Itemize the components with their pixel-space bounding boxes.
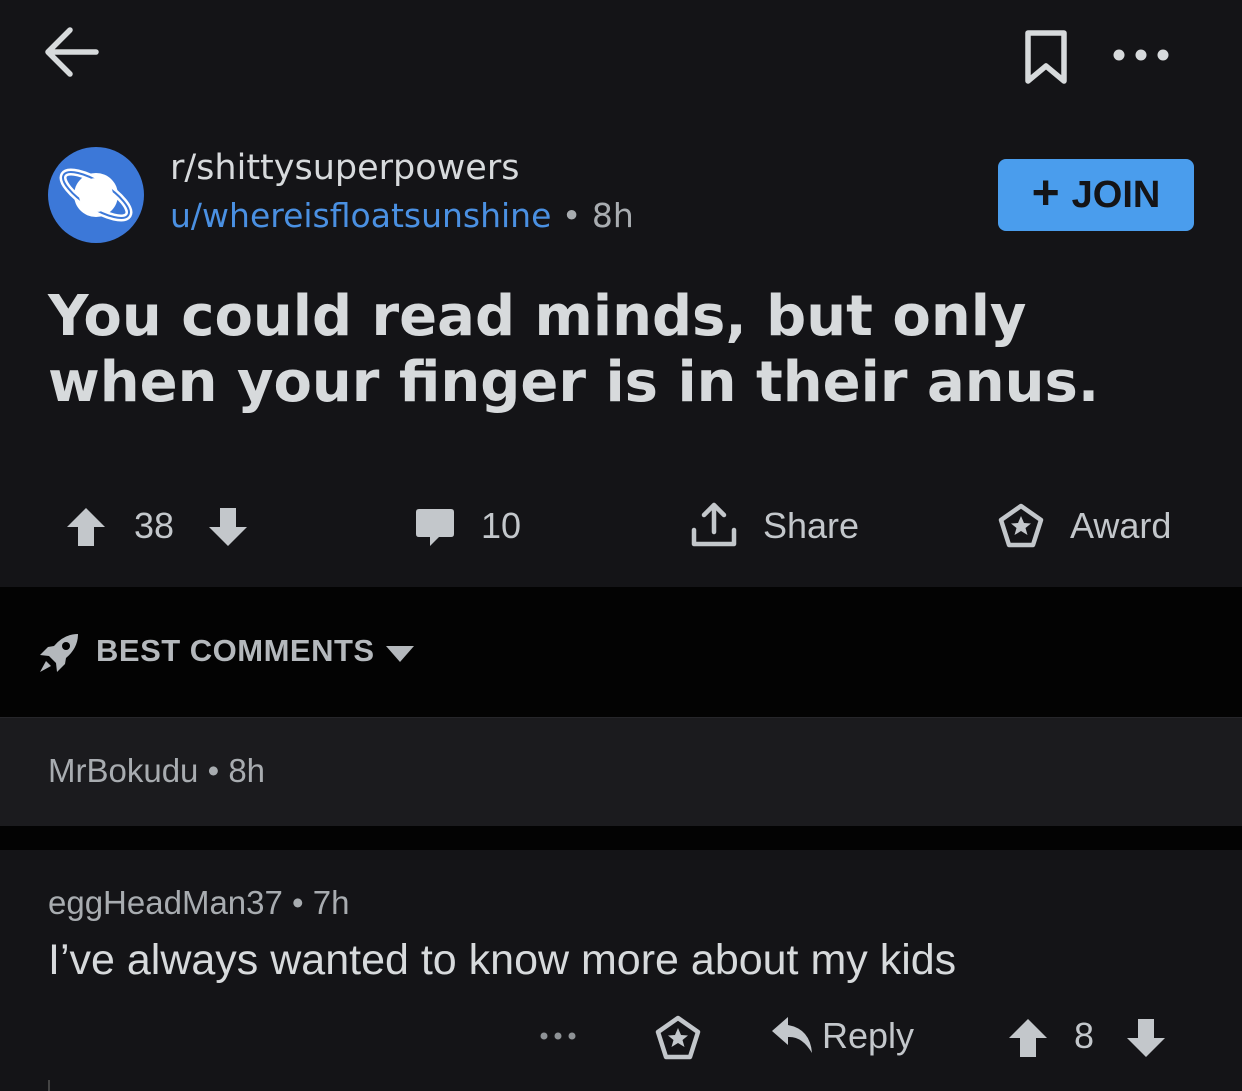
post-age: 8h bbox=[591, 196, 634, 235]
subreddit-name[interactable]: r/shittysuperpowers bbox=[170, 148, 519, 188]
comment-age: 8h bbox=[228, 752, 266, 789]
join-label: JOIN bbox=[1071, 173, 1161, 216]
downvote-arrow-icon[interactable] bbox=[206, 505, 250, 549]
sort-label[interactable]: BEST COMMENTS bbox=[96, 633, 375, 669]
comment-meta: MrBokudu • 8h bbox=[48, 752, 265, 790]
reply-button[interactable]: Reply bbox=[822, 1015, 914, 1057]
comment-age: 7h bbox=[312, 884, 350, 921]
upvote-arrow-icon[interactable] bbox=[64, 505, 108, 549]
share-label[interactable]: Share bbox=[763, 505, 859, 547]
post-meta: u/whereisfloatsunshine • 8h bbox=[170, 196, 634, 235]
comment-body[interactable]: I’ve always wanted to know more about my… bbox=[48, 936, 956, 985]
upvote-arrow-icon[interactable] bbox=[1006, 1016, 1050, 1060]
award-label[interactable]: Award bbox=[1070, 505, 1171, 547]
comment-count[interactable]: 10 bbox=[481, 505, 521, 547]
meta-separator: • bbox=[561, 196, 582, 235]
thread-line bbox=[48, 1080, 50, 1091]
award-icon[interactable] bbox=[998, 503, 1044, 549]
downvote-arrow-icon[interactable] bbox=[1124, 1016, 1168, 1060]
meta-separator: • bbox=[207, 752, 220, 789]
subreddit-avatar[interactable] bbox=[48, 147, 144, 243]
bookmark-icon[interactable] bbox=[1020, 28, 1072, 86]
meta-separator: • bbox=[292, 884, 304, 921]
more-dots-icon[interactable] bbox=[1110, 40, 1174, 70]
comment-score: 8 bbox=[1074, 1015, 1095, 1056]
plus-icon: + bbox=[1031, 166, 1060, 220]
planet-icon bbox=[59, 168, 133, 222]
comment-meta: eggHeadMan37 • 7h bbox=[48, 884, 349, 922]
post-author[interactable]: u/whereisfloatsunshine bbox=[170, 196, 551, 235]
share-icon[interactable] bbox=[689, 500, 739, 550]
more-dots-icon[interactable] bbox=[538, 1024, 578, 1048]
back-arrow-icon[interactable] bbox=[44, 26, 100, 78]
rocket-icon bbox=[36, 630, 82, 676]
join-button[interactable]: + JOIN bbox=[998, 159, 1194, 231]
comment-gap bbox=[0, 826, 1242, 850]
comment-bubble-icon[interactable] bbox=[414, 506, 456, 548]
award-icon[interactable] bbox=[655, 1015, 701, 1061]
reply-arrow-icon[interactable] bbox=[770, 1015, 814, 1055]
comment-author[interactable]: eggHeadMan37 bbox=[48, 884, 283, 921]
post-title[interactable]: You could read minds, but only when your… bbox=[48, 284, 1208, 416]
chevron-down-icon[interactable] bbox=[384, 642, 416, 666]
comment-author[interactable]: MrBokudu bbox=[48, 752, 198, 789]
post-score: 38 bbox=[134, 505, 175, 546]
